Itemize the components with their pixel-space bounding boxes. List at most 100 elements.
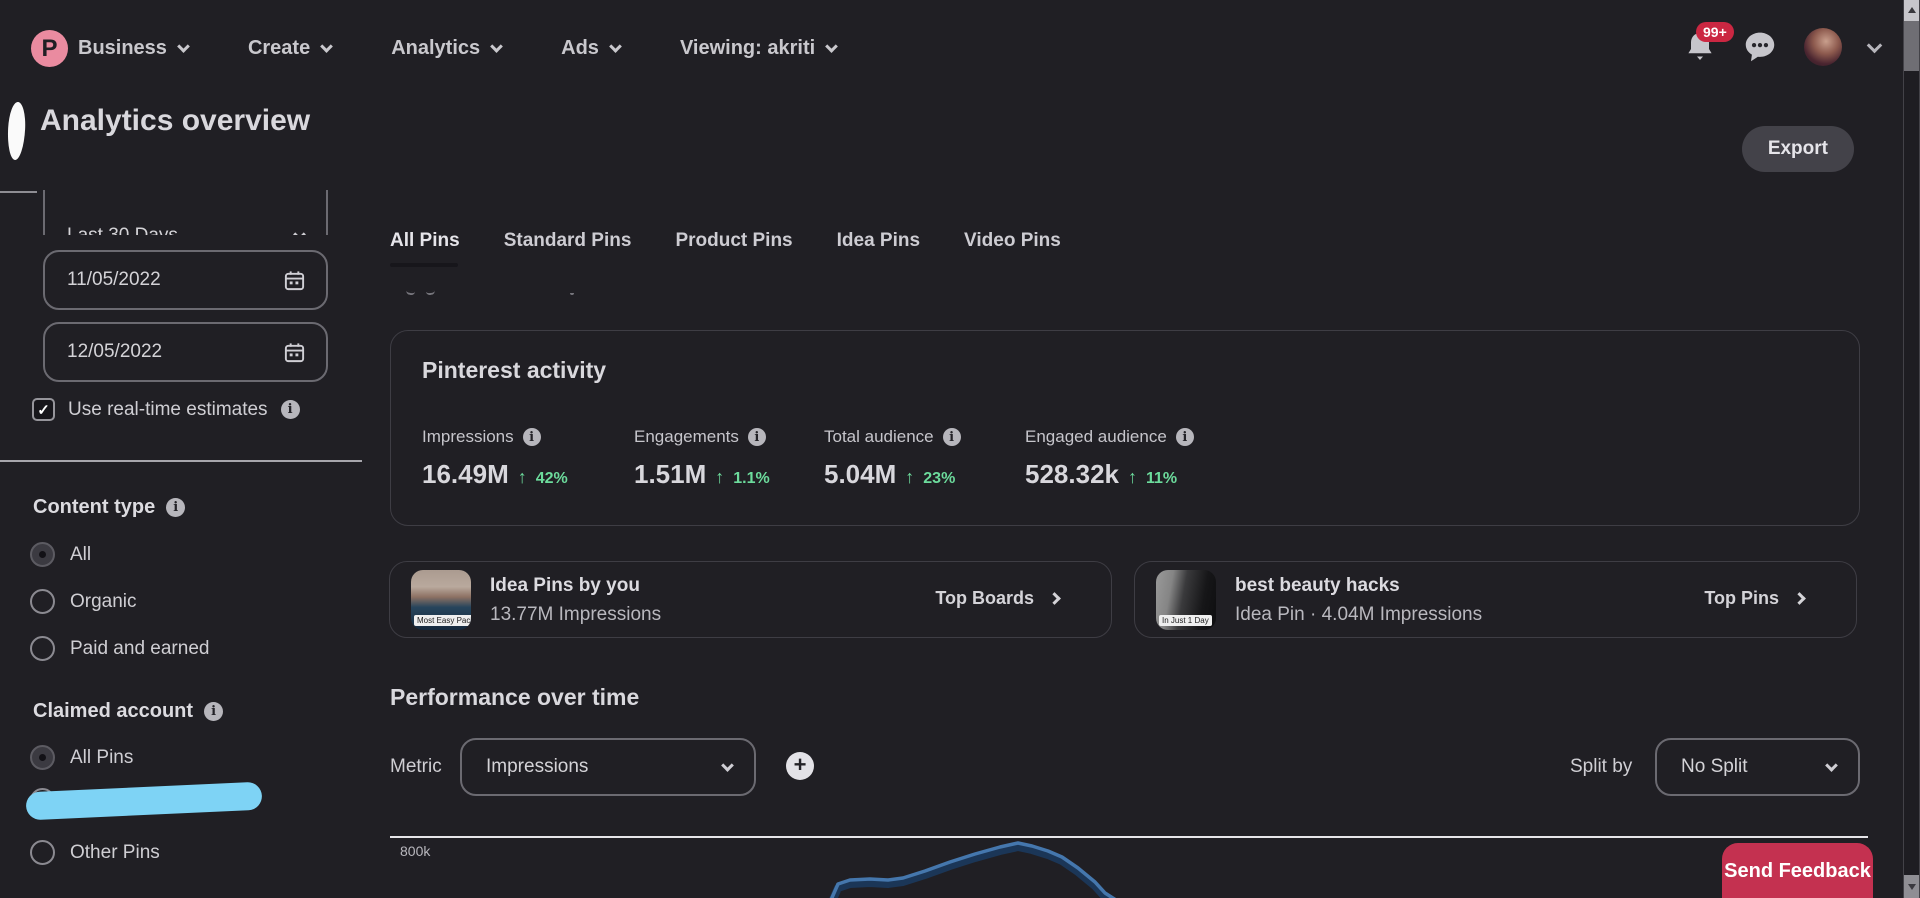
date-range-value: Last 30 Days — [67, 225, 178, 235]
nav-item-label: Ads — [561, 37, 599, 60]
metric-impressions: Impressions i 16.49M ↑ 42% — [422, 427, 568, 490]
content-type-option-organic[interactable]: Organic — [30, 589, 137, 614]
nav-item-label: Business — [78, 37, 167, 60]
nav-item-analytics[interactable]: Analytics — [391, 37, 501, 60]
content-type-option-paid-earned[interactable]: Paid and earned — [30, 636, 209, 661]
content-type-title: Content type — [33, 496, 155, 519]
radio-icon — [30, 589, 55, 614]
content-type-option-all[interactable]: All — [30, 542, 91, 567]
tab-video-pins[interactable]: Video Pins — [964, 230, 1061, 252]
up-arrow-icon: ↑ — [518, 467, 527, 488]
nav-item-ads[interactable]: Ads — [561, 37, 620, 60]
performance-section-title: Performance over time — [390, 684, 639, 711]
metric-dropdown[interactable]: Impressions — [460, 738, 756, 796]
info-icon[interactable]: i — [943, 428, 961, 446]
add-metric-button[interactable]: + — [786, 752, 814, 780]
start-date-value: 11/05/2022 — [67, 269, 283, 291]
date-range-select-clip: Last 30 Days — [0, 190, 362, 235]
scrollbar-up-button[interactable] — [1904, 0, 1919, 21]
chevron-down-icon — [721, 759, 734, 772]
chevron-down-icon — [293, 228, 306, 235]
chevron-down-icon — [320, 40, 333, 53]
tab-standard-pins[interactable]: Standard Pins — [504, 230, 632, 252]
metric-change: 42% — [536, 470, 568, 488]
up-arrow-icon: ↑ — [905, 467, 914, 488]
board-thumbnail-image: Most Easy Pack — [411, 570, 471, 630]
clipped-text-fragment — [570, 291, 574, 295]
radio-icon — [30, 840, 55, 865]
radio-selected-icon — [30, 542, 55, 567]
realtime-estimates-checkbox[interactable]: ✓ — [32, 398, 55, 421]
nav-item-create[interactable]: Create — [248, 37, 331, 60]
card-title: best beauty hacks — [1235, 575, 1400, 597]
metric-label: Total audience — [824, 427, 934, 447]
pinterest-logo-icon[interactable]: P — [31, 30, 68, 67]
profile-avatar[interactable] — [1804, 28, 1842, 66]
performance-chart: 800k — [390, 836, 1868, 898]
split-by-dropdown[interactable]: No Split — [1655, 738, 1860, 796]
card-subtitle: Idea Pin · 4.04M Impressions — [1235, 604, 1482, 626]
top-nav: P Business Create Analytics Ads Viewing:… — [0, 0, 1920, 80]
chevron-down-icon — [177, 40, 190, 53]
top-boards-card[interactable]: Most Easy Pack Idea Pins by you 13.77M I… — [389, 561, 1112, 638]
info-icon[interactable]: i — [748, 428, 766, 446]
tab-idea-pins[interactable]: Idea Pins — [837, 230, 920, 252]
nav-item-label: Analytics — [391, 37, 480, 60]
chevron-down-icon — [825, 40, 838, 53]
chevron-down-icon — [609, 40, 622, 53]
scrollbar-down-button[interactable] — [1904, 875, 1919, 898]
tab-all-pins[interactable]: All Pins — [390, 230, 460, 252]
calendar-icon — [283, 341, 306, 364]
info-icon[interactable]: i — [281, 400, 300, 419]
calendar-icon — [283, 269, 306, 292]
card-title: Idea Pins by you — [490, 575, 640, 597]
nav-item-viewing-account[interactable]: Viewing: akriti — [680, 37, 836, 60]
card-action-label: Top Boards — [935, 588, 1034, 609]
white-scribble-redaction — [6, 102, 26, 161]
impressions-line-chart — [390, 838, 1868, 898]
metric-value: 16.49M — [422, 459, 509, 490]
info-icon[interactable]: i — [1176, 428, 1194, 446]
account-switcher-chevron-icon[interactable] — [1867, 37, 1883, 53]
scrollbar-thumb[interactable] — [1904, 21, 1919, 71]
metric-change: 11% — [1146, 470, 1177, 488]
chevron-right-icon — [1793, 592, 1806, 605]
info-icon[interactable]: i — [523, 428, 541, 446]
split-by-value: No Split — [1681, 756, 1813, 778]
send-feedback-button[interactable]: Send Feedback — [1722, 843, 1873, 898]
pin-thumbnail-image: In Just 1 Day — [1156, 570, 1216, 630]
notification-badge: 99+ — [1696, 22, 1734, 42]
realtime-estimates-label: Use real-time estimates — [68, 399, 268, 421]
claimed-option-other-pins[interactable]: Other Pins — [30, 840, 160, 865]
top-boards-link[interactable]: Top Boards — [935, 588, 1059, 609]
claimed-account-heading: Claimed account i — [33, 700, 223, 723]
main-content: All Pins Standard Pins Product Pins Idea… — [362, 160, 1903, 898]
clipped-text-fragment — [426, 291, 435, 296]
top-pins-link[interactable]: Top Pins — [1704, 588, 1804, 609]
start-date-field[interactable]: 11/05/2022 — [43, 250, 328, 310]
metric-dropdown-value: Impressions — [486, 756, 709, 778]
metric-dropdown-label: Metric — [390, 756, 442, 778]
active-tab-indicator — [390, 263, 458, 267]
card-action-label: Top Pins — [1704, 588, 1779, 609]
metric-change: 23% — [923, 470, 955, 488]
page-header: Analytics overview Export — [0, 80, 1920, 160]
info-icon[interactable]: i — [166, 498, 185, 517]
info-icon[interactable]: i — [204, 702, 223, 721]
date-range-select[interactable]: Last 30 Days — [43, 190, 328, 235]
chevron-right-icon — [1048, 592, 1061, 605]
thumbnail-caption: In Just 1 Day — [1159, 615, 1212, 626]
pinterest-analytics-screen: P Business Create Analytics Ads Viewing:… — [0, 0, 1920, 898]
nav-item-business[interactable]: Business — [78, 37, 188, 60]
end-date-field[interactable]: 12/05/2022 — [43, 322, 328, 382]
top-pins-card[interactable]: In Just 1 Day best beauty hacks Idea Pin… — [1134, 561, 1857, 638]
tab-product-pins[interactable]: Product Pins — [675, 230, 792, 252]
vertical-scrollbar[interactable] — [1903, 0, 1920, 898]
messages-button[interactable] — [1743, 30, 1777, 64]
claimed-option-all-pins[interactable]: All Pins — [30, 745, 133, 770]
metric-label: Impressions — [422, 427, 514, 447]
nav-menu: Business Create Analytics Ads Viewing: a… — [78, 0, 836, 80]
notifications-button[interactable]: 99+ — [1684, 30, 1716, 64]
activity-card-title: Pinterest activity — [422, 357, 606, 384]
metric-value: 1.51M — [634, 459, 706, 490]
